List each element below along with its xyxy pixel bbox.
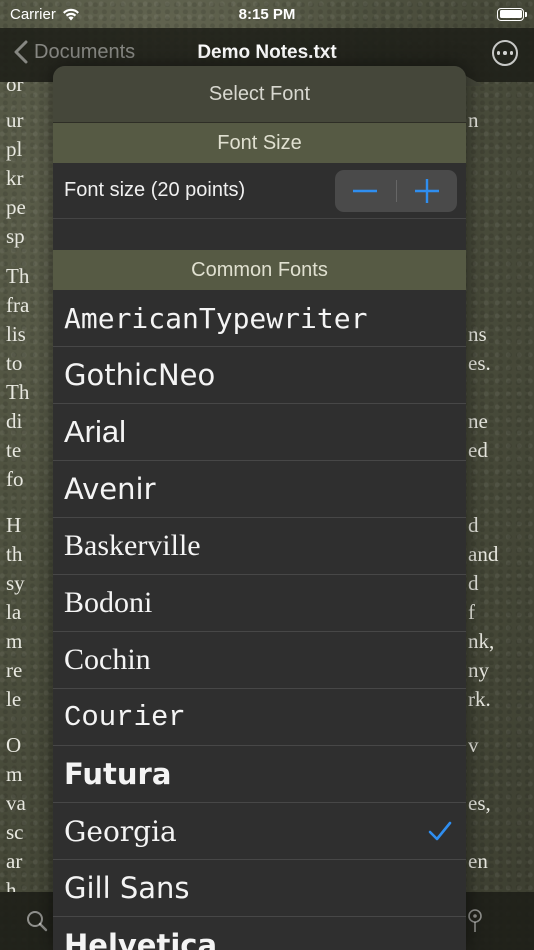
font-item-selected[interactable]: Georgia [53, 803, 466, 860]
doc-fragment: pl [6, 137, 23, 161]
doc-fragment: ne [468, 409, 488, 433]
doc-fragment: m [6, 762, 23, 786]
doc-fragment: kr [6, 166, 24, 190]
font-name: AmericanTypewriter [64, 301, 368, 335]
more-dot [496, 51, 501, 55]
font-name: Baskerville [64, 529, 201, 562]
doc-fragment: fo [6, 467, 24, 491]
doc-fragment: n [468, 108, 479, 132]
font-name: Courier [64, 700, 186, 734]
doc-fragment: to [6, 351, 23, 375]
doc-fragment: te [6, 438, 22, 462]
font-name: GothicNeo [64, 358, 216, 392]
doc-fragment: d [468, 571, 479, 595]
doc-fragment: nk, [468, 629, 495, 653]
font-name: Cochin [64, 643, 151, 676]
font-item[interactable]: Arial [53, 404, 466, 461]
page-title: Demo Notes.txt [197, 42, 337, 63]
doc-fragment: ar [6, 849, 23, 873]
doc-fragment: H [6, 513, 22, 537]
doc-fragment: ns [468, 322, 487, 346]
search-icon[interactable] [26, 910, 48, 932]
checkmark-icon [428, 815, 452, 848]
font-name: Avenir [64, 472, 156, 506]
plus-icon [414, 178, 439, 203]
status-time: 8:15 PM [238, 5, 296, 23]
doc-fragment: Th [6, 264, 30, 288]
doc-fragment: f [468, 600, 475, 624]
doc-fragment: v [468, 733, 479, 757]
font-size-label: Font size (20 points) [64, 179, 246, 201]
font-list: AmericanTypewriter GothicNeo Arial Aveni… [53, 290, 466, 950]
doc-fragment: fra [6, 293, 30, 317]
font-item[interactable]: Courier [53, 689, 466, 746]
doc-fragment: O [6, 733, 22, 757]
doc-fragment: or [6, 82, 24, 96]
doc-fragment: en [468, 849, 488, 873]
doc-fragment: re [6, 658, 23, 682]
font-item[interactable]: AmericanTypewriter [53, 290, 466, 347]
carrier-label: Carrier [10, 5, 56, 23]
battery-icon [497, 7, 527, 21]
doc-fragment: sy [6, 571, 25, 595]
doc-fragment: es. [468, 351, 491, 375]
font-item[interactable]: Avenir [53, 461, 466, 518]
section-spacer [53, 219, 466, 250]
popover-title: Select Font [53, 66, 466, 123]
font-name: Arial [64, 414, 127, 449]
font-item[interactable]: GothicNeo [53, 347, 466, 404]
font-item[interactable]: Bodoni [53, 575, 466, 632]
wifi-icon [62, 8, 79, 20]
doc-fragment: lis [6, 322, 26, 346]
font-name: Bodoni [64, 586, 153, 619]
doc-fragment: th [6, 542, 23, 566]
font-item[interactable]: Futura [53, 746, 466, 803]
doc-fragment: rk. [468, 687, 491, 711]
font-item[interactable]: Helvetica [53, 917, 466, 950]
doc-fragment: h [6, 878, 17, 892]
font-picker-popover: Select Font Font Size Font size (20 poin… [53, 66, 466, 950]
font-name: Georgia [64, 814, 177, 848]
doc-fragment: ed [468, 438, 488, 462]
font-name: Gill Sans [64, 871, 190, 905]
decrease-font-size-button[interactable] [335, 170, 396, 212]
font-size-row: Font size (20 points) [53, 163, 466, 219]
more-dot [509, 51, 514, 55]
minus-icon [353, 189, 378, 192]
font-name: Futura [64, 757, 172, 791]
font-item[interactable]: Cochin [53, 632, 466, 689]
doc-fragment: sp [6, 224, 25, 248]
font-name: Helvetica [64, 928, 218, 950]
status-bar: Carrier 8:15 PM [0, 0, 534, 28]
doc-fragment: d [468, 513, 479, 537]
font-size-section-header: Font Size [53, 123, 466, 163]
doc-fragment: ny [468, 658, 489, 682]
more-dot [503, 51, 507, 55]
doc-fragment: m [6, 629, 23, 653]
common-fonts-section-header: Common Fonts [53, 250, 466, 290]
font-item[interactable]: Gill Sans [53, 860, 466, 917]
doc-fragment: le [6, 687, 22, 711]
doc-fragment: va [6, 791, 26, 815]
font-item[interactable]: Baskerville [53, 518, 466, 575]
location-pin-icon[interactable] [466, 908, 484, 934]
doc-fragment: di [6, 409, 23, 433]
font-size-stepper[interactable] [335, 169, 458, 212]
increase-font-size-button[interactable] [397, 170, 458, 212]
doc-fragment: and [468, 542, 499, 566]
doc-fragment: pe [6, 195, 26, 219]
doc-fragment: la [6, 600, 22, 624]
doc-fragment: sc [6, 820, 24, 844]
doc-fragment: es, [468, 791, 491, 815]
doc-fragment: Th [6, 380, 30, 404]
more-button[interactable] [492, 40, 518, 66]
doc-fragment: ur [6, 108, 24, 132]
